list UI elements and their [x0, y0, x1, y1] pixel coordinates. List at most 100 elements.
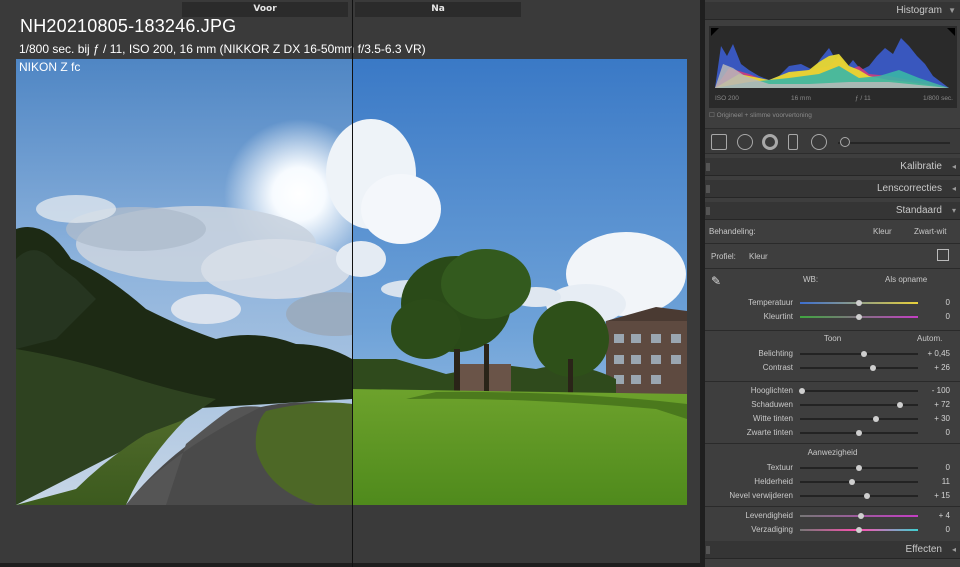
tab-before[interactable]: Voor [182, 2, 348, 17]
slider-label: Witte tinten [752, 414, 793, 423]
lens-corrections-header[interactable]: Lenscorrecties ◂ [705, 180, 960, 198]
slider-value[interactable]: - 100 [920, 386, 950, 395]
histogram-title: Histogram [896, 5, 942, 16]
divider [705, 330, 960, 331]
slider-label: Contrast [762, 363, 793, 372]
standard-header[interactable]: Standaard ▾ [705, 202, 960, 220]
slider-value[interactable]: + 26 [920, 363, 950, 372]
slider-value[interactable]: + 15 [920, 491, 950, 500]
effects-header[interactable]: Effecten ◂ [705, 541, 960, 559]
slider-label: Textuur [766, 463, 793, 472]
histo-focal: 16 mm [791, 95, 811, 102]
slider-value[interactable]: + 30 [920, 414, 950, 423]
slider-knob[interactable] [856, 527, 862, 533]
slider-knob[interactable] [856, 300, 862, 306]
histogram[interactable]: ISO 200 16 mm ƒ / 11 1/800 sec. [709, 26, 957, 108]
slider-knob[interactable] [870, 365, 877, 371]
slider-track[interactable] [800, 418, 918, 420]
brush-slider-track[interactable] [838, 142, 950, 144]
red-eye-icon[interactable] [762, 134, 778, 150]
slider-label: Nevel verwijderen [729, 491, 793, 500]
slider-value[interactable]: 0 [920, 298, 950, 307]
slider-track[interactable] [800, 353, 918, 355]
original-preview-label: Origineel + slimme voorvertoning [716, 112, 812, 119]
effects-title: Effecten [905, 544, 942, 555]
slider-track[interactable] [800, 367, 918, 369]
slider-track[interactable] [800, 390, 918, 392]
slider-value[interactable]: 0 [920, 428, 950, 437]
slider-knob[interactable] [799, 388, 806, 394]
wb-label: WB: [803, 275, 819, 284]
slider-knob[interactable] [856, 314, 862, 320]
original-preview-checkbox[interactable]: ☐ Origineel + slimme voorvertoning [709, 111, 812, 119]
divider [705, 268, 960, 269]
slider-label: Belichting [758, 349, 793, 358]
before-after-divider[interactable] [352, 0, 353, 567]
slider-label: Kleurtint [763, 312, 793, 321]
slider-value[interactable]: + 72 [920, 400, 950, 409]
calibration-title: Kalibratie [900, 161, 942, 172]
white-balance-picker-icon[interactable]: ✎ [711, 274, 725, 290]
profile-dropdown[interactable]: Kleur [749, 252, 768, 261]
treatment-color-button[interactable]: Kleur [873, 227, 892, 236]
panel-grip [706, 185, 710, 193]
before-after-view: Voor Na NH20210805-183246.JPG 1/800 sec.… [0, 0, 700, 567]
lens-corrections-title: Lenscorrecties [876, 183, 942, 194]
slider-knob[interactable] [864, 493, 871, 499]
collapse-triangle-icon[interactable]: ▼ [948, 2, 956, 20]
filmstrip-edge [0, 563, 700, 567]
slider-value[interactable]: 11 [920, 477, 950, 486]
collapse-triangle-icon[interactable]: ◂ [952, 158, 956, 176]
slider-track[interactable] [800, 481, 918, 483]
panel-grip [706, 207, 710, 215]
collapse-triangle-icon[interactable]: ◂ [952, 541, 956, 559]
calibration-header[interactable]: Kalibratie ◂ [705, 158, 960, 176]
slider-knob[interactable] [848, 479, 855, 485]
histo-aperture: ƒ / 11 [855, 95, 871, 102]
slider-track[interactable] [800, 495, 918, 497]
radial-filter-icon[interactable] [811, 134, 827, 150]
tab-after[interactable]: Na [355, 2, 521, 17]
collapse-triangle-icon[interactable]: ▾ [952, 202, 956, 220]
histo-iso: ISO 200 [715, 95, 739, 102]
histogram-info: ISO 200 16 mm ƒ / 11 1/800 sec. [709, 95, 957, 105]
slider-value[interactable]: 0 [920, 312, 950, 321]
wb-dropdown[interactable]: Als opname [885, 275, 927, 284]
slider-value[interactable]: + 0,45 [920, 349, 950, 358]
slider-knob[interactable] [860, 351, 867, 357]
standard-title: Standaard [895, 205, 942, 216]
slider-label: Schaduwen [751, 400, 793, 409]
slider-label: Helderheid [754, 477, 793, 486]
treatment-bw-button[interactable]: Zwart-wit [914, 227, 946, 236]
profile-browser-icon[interactable] [937, 249, 949, 261]
crop-tool-icon[interactable] [711, 134, 727, 150]
panel-grip [706, 546, 710, 554]
slider-label: Hooglichten [750, 386, 793, 395]
histogram-header[interactable]: Histogram ▼ [705, 2, 960, 20]
slider-value[interactable]: 0 [920, 463, 950, 472]
tone-auto-button[interactable]: Autom. [917, 334, 942, 343]
slider-knob[interactable] [897, 402, 904, 408]
slider-knob[interactable] [858, 513, 865, 519]
histo-shutter: 1/800 sec. [923, 95, 953, 102]
divider [705, 381, 960, 382]
panel-grip [706, 163, 710, 171]
divider [705, 243, 960, 244]
treatment-label: Behandeling: [709, 227, 756, 236]
tool-strip [705, 128, 960, 154]
slider-knob[interactable] [856, 430, 862, 436]
slider-label: Verzadiging [751, 525, 793, 534]
slider-label: Zwarte tinten [746, 428, 793, 437]
lightroom-window: Voor Na NH20210805-183246.JPG 1/800 sec.… [0, 0, 960, 567]
slider-label: Temperatuur [748, 298, 793, 307]
graduated-filter-icon[interactable] [788, 134, 798, 150]
brush-slider-knob[interactable] [840, 137, 850, 147]
slider-knob[interactable] [872, 416, 879, 422]
slider-value[interactable]: + 4 [920, 511, 950, 520]
slider-knob[interactable] [856, 465, 862, 471]
slider-value[interactable]: 0 [920, 525, 950, 534]
collapse-triangle-icon[interactable]: ◂ [952, 180, 956, 198]
spot-removal-icon[interactable] [737, 134, 753, 150]
slider-label: Levendigheid [745, 511, 793, 520]
divider [705, 506, 960, 507]
